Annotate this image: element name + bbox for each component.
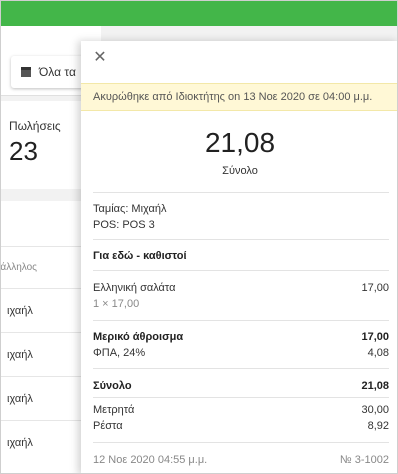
divider — [93, 192, 389, 193]
grand-total-label: Σύνολο — [93, 380, 132, 392]
tax-value: 4,08 — [367, 347, 389, 359]
item-qty-price: 1 × 17,00 — [93, 298, 140, 310]
app-frame: Όλα τα Πωλήσεις 23 Υπάλληλος ιχαήλ ιχαήλ… — [0, 0, 398, 474]
divider — [93, 397, 389, 398]
cancellation-banner: Ακυρώθηκε από Ιδιοκτήτης on 13 Νοε 2020 … — [81, 83, 397, 111]
date-filter-button[interactable]: Όλα τα — [11, 56, 91, 88]
subtotal-value: 17,00 — [361, 331, 389, 343]
change-value: 8,92 — [367, 420, 389, 432]
tax-label: ΦΠΑ, 24% — [93, 347, 146, 359]
top-app-bar — [1, 1, 397, 26]
receipt-detail-panel: ✕ Ακυρώθηκε από Ιδιοκτήτης on 13 Νοε 202… — [81, 41, 397, 473]
calendar-icon — [21, 67, 31, 77]
grand-total-value: 21,08 — [361, 380, 389, 392]
close-icon[interactable]: ✕ — [91, 49, 109, 67]
receipt-total-amount: 21,08 — [204, 127, 276, 158]
change-label: Ρέστα — [93, 420, 123, 432]
item-amount: 17,00 — [361, 282, 389, 294]
dining-option: Για εδώ - καθιστοί — [93, 250, 187, 262]
subtotal-label: Μερικό άθροισμα — [93, 331, 184, 343]
receipt-number: № 3-1002 — [339, 454, 389, 466]
sales-label: Πωλήσεις — [9, 119, 61, 133]
divider — [93, 270, 389, 271]
divider — [93, 320, 389, 321]
divider — [93, 442, 389, 443]
cash-value: 30,00 — [361, 404, 389, 416]
item-name: Ελληνική σαλάτα — [93, 282, 176, 294]
sales-value: 23 — [9, 136, 38, 166]
cash-label: Μετρητά — [93, 404, 135, 416]
cashier-info: Ταμίας: Μιχαήλ — [93, 203, 167, 215]
divider — [93, 368, 389, 369]
date-filter-label: Όλα τα — [39, 65, 76, 79]
receipt-datetime: 12 Νοε 2020 04:55 μ.μ. — [93, 454, 208, 466]
receipt-total-label: Σύνολο — [222, 165, 258, 177]
divider — [93, 239, 389, 240]
pos-info: POS: POS 3 — [93, 219, 155, 231]
